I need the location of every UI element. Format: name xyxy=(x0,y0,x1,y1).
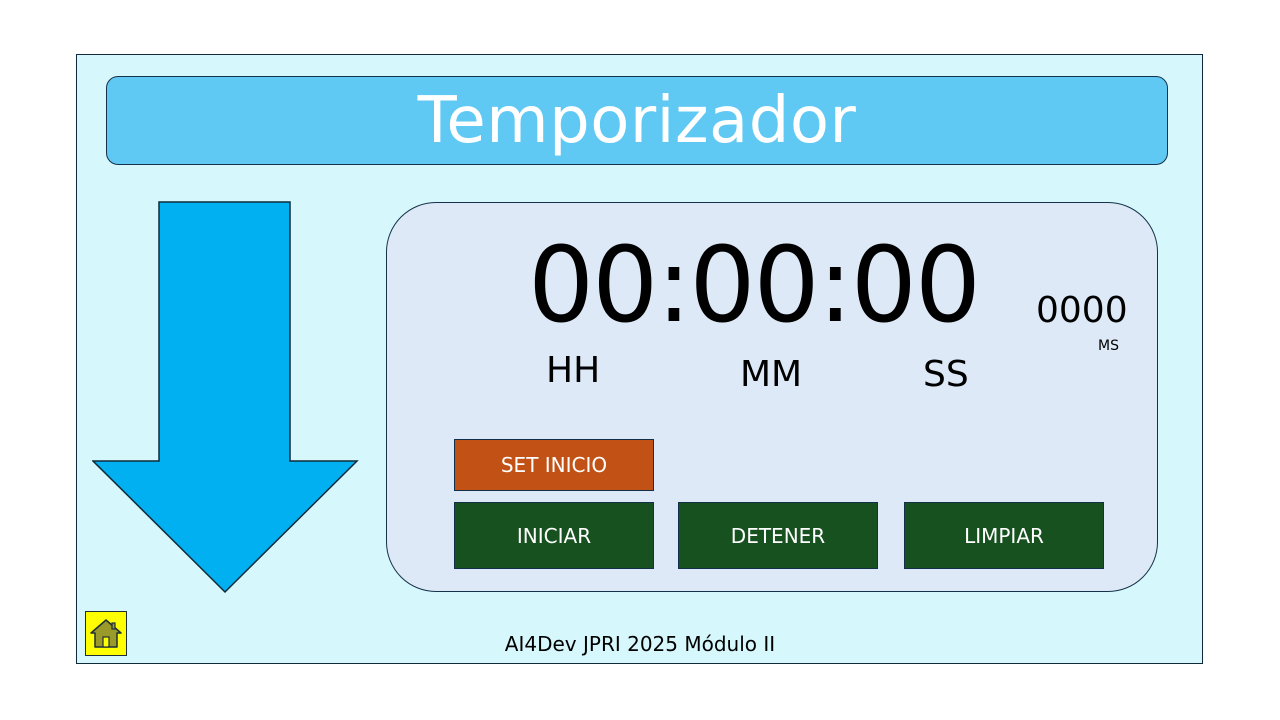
clear-button[interactable]: LIMPIAR xyxy=(904,502,1104,569)
stop-button-label: DETENER xyxy=(730,523,826,548)
set-start-button-label: SET INICIO xyxy=(500,453,608,477)
start-button[interactable]: INICIAR xyxy=(454,502,654,569)
footer-text: AI4Dev JPRI 2025 Módulo II xyxy=(504,632,776,656)
milliseconds-display: 0000 xyxy=(1036,290,1128,331)
timer-display: 00:00:00 xyxy=(528,224,981,346)
clear-button-label: LIMPIAR xyxy=(964,523,1044,548)
minutes-label: MM xyxy=(740,354,803,395)
hours-label: HH xyxy=(546,350,601,391)
start-button-label: INICIAR xyxy=(516,523,592,548)
stop-button[interactable]: DETENER xyxy=(678,502,878,569)
arrow-down-icon xyxy=(92,201,359,594)
seconds-label: SS xyxy=(923,354,969,395)
title-banner: Temporizador xyxy=(106,76,1168,165)
milliseconds-label: MS xyxy=(1098,338,1119,354)
set-start-button[interactable]: SET INICIO xyxy=(454,439,654,491)
page-title: Temporizador xyxy=(417,83,857,158)
